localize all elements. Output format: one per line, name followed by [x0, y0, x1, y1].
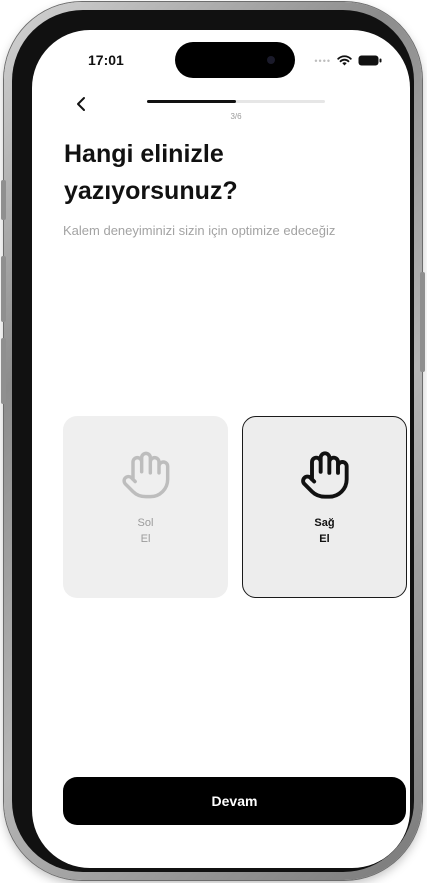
page-title: Hangi elinizle yazıyorsunuz?	[64, 140, 238, 205]
status-time: 17:01	[88, 52, 124, 68]
left-hand-option[interactable]: Sol El	[63, 416, 228, 598]
option-label-line2: El	[140, 533, 151, 545]
power-button	[420, 272, 425, 372]
option-label-line2: El	[319, 533, 330, 545]
option-label-line1: Sağ	[314, 517, 335, 529]
onboarding-progress-bar	[147, 100, 325, 103]
hand-icon	[300, 451, 349, 499]
option-label: Sağ El	[314, 515, 334, 547]
volume-down-button	[1, 338, 6, 404]
progress-fill	[147, 100, 236, 103]
option-label: Sol El	[138, 515, 154, 547]
option-label-line1: Sol	[137, 517, 154, 529]
action-button	[1, 180, 6, 220]
phone-frame: 17:01 •••• 3/6 Hangi elinizle yazıyorsun…	[1, 2, 425, 880]
camera-icon	[267, 56, 275, 64]
wifi-icon	[337, 55, 352, 66]
dynamic-island	[175, 42, 295, 78]
chevron-left-icon	[77, 97, 85, 111]
volume-up-button	[1, 256, 6, 322]
back-button[interactable]	[70, 92, 94, 116]
page-subtitle: Kalem deneyiminizi sizin için optimize e…	[63, 223, 336, 238]
battery-icon	[358, 55, 382, 66]
hand-icon	[121, 451, 169, 499]
screen: 17:01 •••• 3/6 Hangi elinizle yazıyorsun…	[32, 30, 410, 868]
signal-dots-icon: ••••	[314, 55, 331, 66]
step-indicator: 3/6	[230, 112, 242, 121]
continue-button[interactable]: Devam	[63, 777, 406, 825]
phone-bezel: 17:01 •••• 3/6 Hangi elinizle yazıyorsun…	[12, 10, 414, 872]
status-icons: ••••	[314, 55, 382, 66]
right-hand-option[interactable]: Sağ El	[242, 416, 407, 598]
